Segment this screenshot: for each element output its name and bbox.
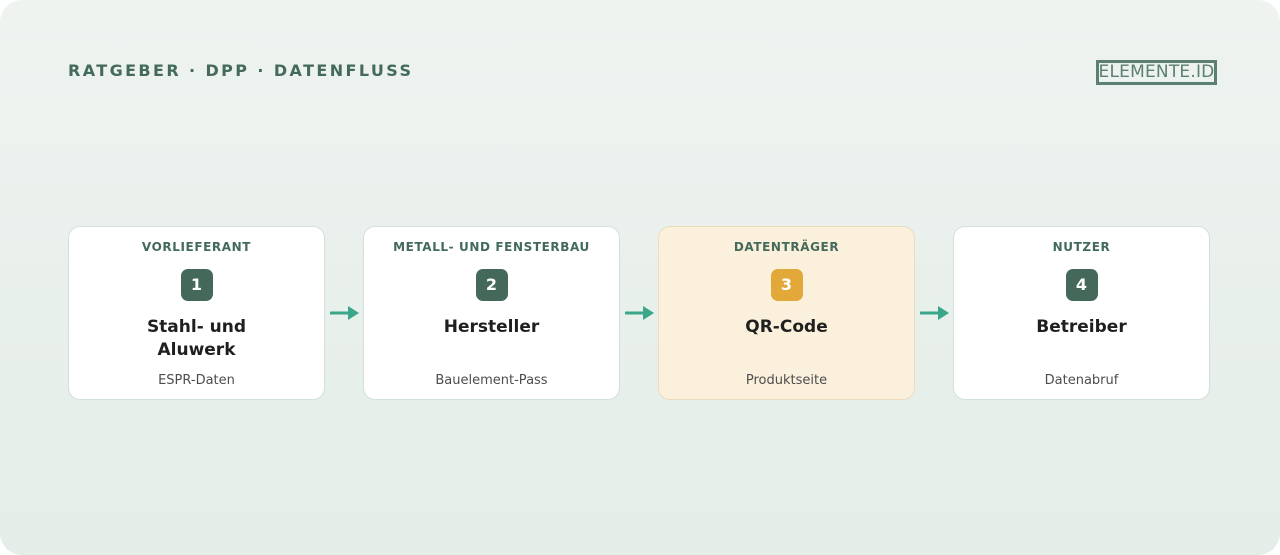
flow-step-2: METALL- UND FENSTERBAU 2 Hersteller Baue…: [363, 226, 620, 400]
breadcrumb: RATGEBER · DPP · DATENFLUSS: [68, 61, 414, 80]
arrow-right-icon: [330, 306, 359, 320]
step-category: DATENTRÄGER: [733, 240, 840, 254]
step-subtitle: Produktseite: [745, 373, 828, 388]
step-number-badge: 3: [770, 269, 803, 301]
flow-step-4: NUTZER 4 Betreiber Datenabruf: [953, 226, 1210, 400]
step-category: METALL- UND FENSTERBAU: [393, 240, 590, 254]
step-subtitle: Bauelement-Pass: [435, 373, 548, 388]
brand-logo-text: ELEMENTE.ID: [1098, 62, 1215, 82]
flow-step-1: VORLIEFERANT 1 Stahl- und Aluwerk ESPR-D…: [68, 226, 325, 400]
arrow-right-icon: [625, 306, 654, 320]
step-title: Hersteller: [443, 317, 540, 337]
arrow-right-icon: [920, 306, 949, 320]
step-subtitle: Datenabruf: [1044, 373, 1119, 388]
step-category: VORLIEFERANT: [141, 240, 252, 254]
diagram-canvas: RATGEBER · DPP · DATENFLUSS ELEMENTE.ID …: [0, 0, 1280, 555]
step-number-badge: 2: [475, 269, 508, 301]
flow-step-3: DATENTRÄGER 3 QR-Code Produktseite: [658, 226, 915, 400]
step-category: NUTZER: [1052, 240, 1111, 254]
step-title: Stahl- und Aluwerk: [146, 317, 247, 360]
step-number-badge: 4: [1065, 269, 1098, 301]
step-number-badge: 1: [180, 269, 213, 301]
step-title: QR-Code: [745, 317, 828, 337]
step-title: Betreiber: [1036, 317, 1127, 337]
brand-logo: ELEMENTE.ID: [1096, 60, 1217, 85]
step-subtitle: ESPR-Daten: [158, 373, 235, 388]
